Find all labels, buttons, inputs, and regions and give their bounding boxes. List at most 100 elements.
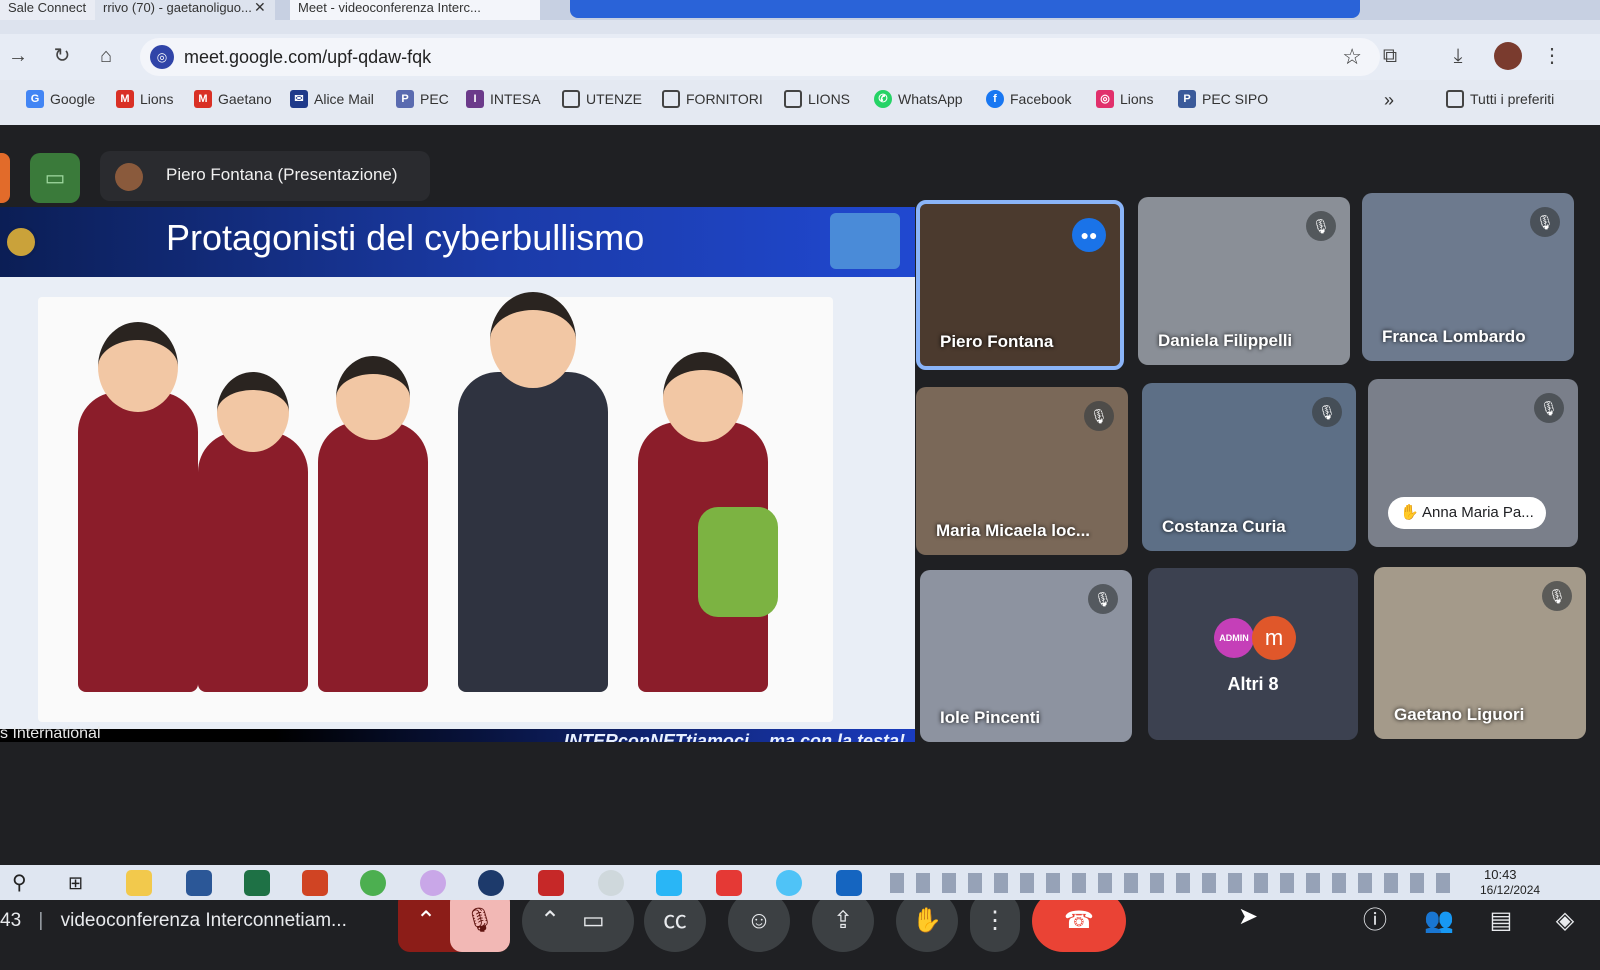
participant-tile-daniela-filippelli[interactable]: 🎙 Daniela Filippelli	[1138, 197, 1350, 365]
menu-dots-icon[interactable]: ⋮	[1540, 44, 1564, 68]
folder-icon	[784, 90, 802, 108]
bookmark-whatsapp[interactable]: ✆ WhatsApp	[874, 90, 963, 108]
participant-name: Franca Lombardo	[1382, 327, 1526, 346]
powerpoint-icon[interactable]	[302, 870, 328, 896]
participant-tile-iole-pincenti[interactable]: 🎙 Iole Pincenti	[920, 570, 1132, 742]
site-info-icon[interactable]: ◎	[150, 45, 174, 69]
file-explorer-icon[interactable]	[126, 870, 152, 896]
tab-mail[interactable]: rrivo (70) - gaetanoliguo...	[95, 0, 275, 20]
others-tile[interactable]: ADMIN m Altri 8	[1148, 568, 1358, 740]
mic-off-icon: 🎙	[1312, 397, 1342, 427]
download-icon[interactable]: ⤓	[1446, 44, 1470, 68]
bookmark-gaetano[interactable]: M Gaetano	[194, 90, 272, 108]
extensions-icon[interactable]: ⧉	[1378, 44, 1402, 68]
tab-sale-connect[interactable]: Sale Connect	[0, 0, 95, 20]
character-figure	[198, 372, 308, 692]
profile-avatar[interactable]	[1494, 42, 1522, 70]
bookmark-star-icon[interactable]: ☆	[1342, 44, 1362, 70]
bookmark-lions-instagram[interactable]: ◎ Lions	[1096, 90, 1153, 108]
forward-icon[interactable]: →	[6, 44, 30, 68]
slide-footer: INTERconNETtiamoci... ma con la testa!	[0, 729, 915, 742]
mouse-cursor: ➤	[1238, 903, 1259, 930]
slide-illustration	[38, 292, 833, 722]
music-icon[interactable]	[420, 870, 446, 896]
avatar: m	[1252, 616, 1296, 660]
excel-icon[interactable]	[244, 870, 270, 896]
bookmark-intesa[interactable]: I INTESA	[466, 90, 541, 108]
participant-tile-maria-micaela[interactable]: 🎙 Maria Micaela loc...	[916, 387, 1128, 555]
chrome-icon[interactable]	[360, 870, 386, 896]
lions-logo	[4, 225, 38, 259]
present-screen-icon: ⇪	[832, 907, 854, 934]
participant-name: Costanza Curia	[1162, 517, 1286, 536]
all-bookmarks[interactable]: Tutti i preferiti	[1446, 90, 1554, 108]
bookmark-google[interactable]: G Google	[26, 90, 95, 108]
url-text: meet.google.com/upf-qdaw-fqk	[184, 47, 432, 67]
meet-stage: ▭ Piero Fontana (Presentazione) Protagon…	[0, 125, 1600, 970]
slide-footer-text: INTERconNETtiamoci... ma con la testa!	[563, 731, 905, 742]
tab-strip: Sale Connect rrivo (70) - gaetanoliguo..…	[0, 0, 1600, 20]
hand-icon: ✋	[912, 907, 942, 934]
participant-tile-costanza-curia[interactable]: 🎙 Costanza Curia	[1142, 383, 1356, 551]
bookmark-folder-fornitori[interactable]: FORNITORI	[662, 90, 763, 108]
reload-icon[interactable]: ↻	[50, 44, 74, 68]
system-tray-icons[interactable]	[890, 873, 1450, 893]
meeting-time: 43	[0, 910, 22, 931]
acrobat-icon[interactable]	[538, 870, 564, 896]
hang-up-icon: ☎	[1064, 907, 1094, 934]
tab-group-bar	[570, 0, 1360, 18]
bookmark-folder-lions[interactable]: LIONS	[784, 90, 850, 108]
mic-off-icon: 🎙	[1530, 207, 1560, 237]
search-icon[interactable]: ⚲	[12, 870, 38, 896]
participant-name-chip: ✋ Anna Maria Pa...	[1388, 497, 1546, 529]
participant-tile-franca-lombardo[interactable]: 🎙 Franca Lombardo	[1362, 193, 1574, 361]
participant-tile-anna-maria[interactable]: 🎙 ✋ Anna Maria Pa...	[1368, 379, 1578, 547]
bookmark-alice-mail[interactable]: ✉ Alice Mail	[290, 90, 374, 108]
character-figure	[78, 322, 198, 692]
bookmark-pec[interactable]: P PEC	[396, 90, 449, 108]
bookmarks-overflow[interactable]: »	[1384, 90, 1394, 111]
others-count: Altri 8	[1227, 674, 1279, 694]
presenter-chip[interactable]: Piero Fontana (Presentazione)	[100, 151, 430, 201]
gmail-icon: M	[116, 90, 134, 108]
pec-icon: P	[396, 90, 414, 108]
present-screen-icon[interactable]: ▭	[30, 153, 80, 203]
task-view-icon[interactable]: ⊞	[68, 870, 94, 896]
mail-icon: ✉	[290, 90, 308, 108]
bookmark-facebook[interactable]: f Facebook	[986, 90, 1071, 108]
address-bar[interactable]: ◎ meet.google.com/upf-qdaw-fqk ☆	[140, 38, 1380, 76]
slide-decoration-image	[830, 213, 900, 269]
tab-meet[interactable]: Meet - videoconferenza Interc...	[290, 0, 540, 20]
sky-icon[interactable]	[656, 870, 682, 896]
app-icon[interactable]	[836, 870, 862, 896]
mic-off-icon: 🎙	[1088, 584, 1118, 614]
meeting-name: videoconferenza Interconnetiam...	[60, 910, 347, 931]
info-icon: ⓘ	[1363, 907, 1387, 934]
home-icon[interactable]: ⌂	[94, 44, 118, 68]
participant-tile-gaetano-liguori[interactable]: 🎙 Gaetano Liguori	[1374, 567, 1586, 739]
word-icon[interactable]	[186, 870, 212, 896]
mic-off-icon: 🎙	[1534, 393, 1564, 423]
backpack-image	[698, 507, 778, 617]
close-tab-icon[interactable]: ✕	[254, 0, 266, 16]
bookmark-pec-sipo[interactable]: P PEC SIPO	[1178, 90, 1268, 108]
mail-app-icon[interactable]	[716, 870, 742, 896]
app-icon[interactable]	[598, 870, 624, 896]
avatar	[115, 163, 143, 191]
participant-name: Gaetano Liguori	[1394, 705, 1525, 724]
slide-header: Protagonisti del cyberbullismo	[0, 207, 915, 277]
slide-title: Protagonisti del cyberbullismo	[166, 217, 645, 258]
cloud-icon[interactable]	[776, 870, 802, 896]
shared-slide: Protagonisti del cyberbullismo INTERconN…	[0, 207, 915, 742]
bookmark-folder-utenze[interactable]: UTENZE	[562, 90, 642, 108]
speedometer-icon[interactable]	[478, 870, 504, 896]
captions-icon: ㏄	[663, 907, 687, 934]
participant-tile-piero-fontana[interactable]: ●● Piero Fontana	[916, 200, 1124, 370]
mic-off-icon: 🎙	[1306, 211, 1336, 241]
mic-off-icon: 🎙	[1084, 401, 1114, 431]
bookmark-lions-mail[interactable]: M Lions	[116, 90, 173, 108]
folder-icon	[562, 90, 580, 108]
more-dots-icon: ⋮	[983, 907, 1007, 934]
participant-name: Daniela Filippelli	[1158, 331, 1293, 350]
slide-org-label: s International	[0, 725, 101, 742]
